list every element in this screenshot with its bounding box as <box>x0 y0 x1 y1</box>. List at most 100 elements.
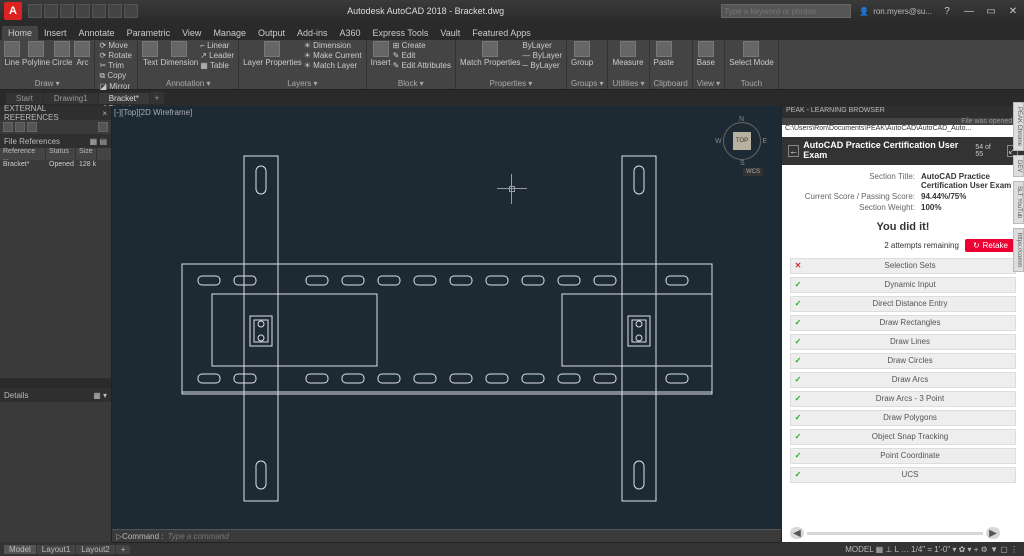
ribbon-small-button[interactable]: ✎ Edit Attributes <box>393 61 451 70</box>
close-icon[interactable]: × <box>102 109 107 118</box>
ribbon-small-button[interactable]: ✂ Trim <box>99 61 133 70</box>
result-item[interactable]: ✕Selection Sets <box>790 258 1016 274</box>
ref-row[interactable]: Bracket* Opened 128 k <box>0 160 111 169</box>
side-tab[interactable]: DEV <box>1013 155 1024 177</box>
side-tab[interactable]: https://comm <box>1013 228 1024 272</box>
result-item[interactable]: ✓Direct Distance Entry <box>790 296 1016 312</box>
col-status[interactable]: Status <box>46 148 76 160</box>
result-item[interactable]: ✓Draw Lines <box>790 334 1016 350</box>
result-item[interactable]: ✓Draw Polygons <box>790 410 1016 426</box>
ribbon-small-button[interactable]: ↗ Leader <box>200 51 234 60</box>
next-button[interactable]: ▶ <box>986 527 1000 539</box>
ribbon-small-button[interactable]: ─ ByLayer <box>522 61 562 70</box>
ribbon-small-button[interactable]: ⟳ Move <box>99 41 133 50</box>
ribbon-button[interactable]: Circle <box>52 41 72 67</box>
col-reference[interactable]: Reference ... <box>0 148 46 160</box>
minimize-button[interactable]: — <box>962 5 976 17</box>
user-menu[interactable]: 👤 ron.myers@su... <box>859 7 932 16</box>
ribbon-button[interactable]: Match Properties <box>460 41 520 67</box>
qat-icon[interactable] <box>108 4 122 18</box>
ribbon-small-button[interactable]: ⧉ Copy <box>99 71 133 81</box>
qat-icon[interactable] <box>60 4 74 18</box>
tool-icon[interactable] <box>15 122 25 132</box>
ribbon-panel-title[interactable]: View ▾ <box>697 78 720 88</box>
ribbon-small-button[interactable]: ⌐ Linear <box>200 41 234 50</box>
ribbon-tab-a360[interactable]: A360 <box>334 26 367 40</box>
result-item[interactable]: ✓Object Snap Tracking <box>790 429 1016 445</box>
ribbon-small-button[interactable]: ✎ Edit <box>393 51 451 60</box>
qat-icon[interactable] <box>44 4 58 18</box>
qat-icon[interactable] <box>76 4 90 18</box>
result-item[interactable]: ✓Draw Arcs <box>790 372 1016 388</box>
ribbon-tab-annotate[interactable]: Annotate <box>73 26 121 40</box>
back-button[interactable]: ← <box>788 145 799 157</box>
ribbon-small-button[interactable]: ⊞ Create <box>393 41 451 50</box>
layout1-tab[interactable]: Layout1 <box>37 545 75 554</box>
ribbon-tab-insert[interactable]: Insert <box>38 26 73 40</box>
ribbon-button[interactable]: Paste <box>654 41 674 67</box>
status-right[interactable]: MODEL ▦ ⊥ L … 1/4" = 1'-0" ▾ ✿ ▾ + ⚙ ▼ ▢… <box>845 545 1024 554</box>
ribbon-button[interactable]: Select Mode <box>729 41 773 67</box>
ribbon-small-button[interactable]: ☀ Make Current <box>304 51 362 60</box>
close-button[interactable]: ✕ <box>1006 5 1020 17</box>
result-item[interactable]: ✓UCS <box>790 467 1016 483</box>
ribbon-small-button[interactable]: — ByLayer <box>522 51 562 60</box>
qat-icon[interactable] <box>124 4 138 18</box>
result-item[interactable]: ✓Draw Circles <box>790 353 1016 369</box>
ribbon-tab-addins[interactable]: Add-ins <box>291 26 334 40</box>
new-tab-button[interactable]: + <box>150 92 164 104</box>
doc-tab-drawing1[interactable]: Drawing1 <box>44 93 98 104</box>
result-item[interactable]: ✓Draw Rectangles <box>790 315 1016 331</box>
ribbon-button[interactable]: Measure <box>612 41 643 67</box>
scrubber[interactable]: ◀ ▶ <box>790 526 1000 540</box>
search-input[interactable] <box>721 4 851 18</box>
maximize-button[interactable]: ▭ <box>984 5 998 17</box>
ribbon-button[interactable]: Text <box>142 41 158 67</box>
col-size[interactable]: Size <box>76 148 97 160</box>
expand-icon[interactable]: ▦ ▾ <box>93 391 107 400</box>
scrollbar[interactable] <box>0 378 111 388</box>
ribbon-button[interactable]: Insert <box>371 41 391 67</box>
ribbon-panel-title[interactable]: Properties ▾ <box>460 78 562 88</box>
ribbon-button[interactable]: Dimension <box>160 41 198 67</box>
qat-icon[interactable] <box>28 4 42 18</box>
tool-icon[interactable] <box>27 122 37 132</box>
ribbon-panel-title[interactable]: Touch <box>729 78 773 88</box>
app-logo[interactable]: A <box>4 2 22 20</box>
ribbon-small-button[interactable]: ☀ Dimension <box>304 41 362 50</box>
layout2-tab[interactable]: Layout2 <box>76 545 114 554</box>
ribbon-button[interactable]: Arc <box>74 41 90 67</box>
lb-path[interactable]: C:\Users\Ron\Documents\PEAK\AutoCAD\Auto… <box>782 125 1024 137</box>
ribbon-panel-title[interactable]: Annotation ▾ <box>142 78 234 88</box>
model-tab[interactable]: Model <box>4 545 36 554</box>
ribbon-tab-featured[interactable]: Featured Apps <box>466 26 537 40</box>
add-layout-button[interactable]: + <box>116 545 131 554</box>
result-item[interactable]: ✓Point Coordinate <box>790 448 1016 464</box>
ribbon-tab-vault[interactable]: Vault <box>434 26 466 40</box>
ribbon-panel-title[interactable]: Layers ▾ <box>243 78 362 88</box>
tool-icon[interactable] <box>98 122 108 132</box>
ribbon-small-button[interactable]: ByLayer <box>522 41 562 50</box>
ribbon-small-button[interactable]: ◪ Mirror <box>99 82 133 91</box>
result-item[interactable]: ✓Dynamic Input <box>790 277 1016 293</box>
ribbon-panel-title[interactable]: Utilities ▾ <box>612 78 644 88</box>
ribbon-small-button[interactable]: ☀ Match Layer <box>304 61 362 70</box>
ribbon-tab-manage[interactable]: Manage <box>207 26 252 40</box>
command-line[interactable]: ▷ Command : Type a command <box>112 529 781 543</box>
ribbon-panel-title[interactable]: Clipboard <box>654 78 688 88</box>
ribbon-panel-title[interactable]: Block ▾ <box>371 78 451 88</box>
ribbon-small-button[interactable]: ⟳ Rotate <box>99 51 133 60</box>
ribbon-tab-express[interactable]: Express Tools <box>367 26 435 40</box>
help-button[interactable]: ? <box>940 5 954 17</box>
ribbon-button[interactable]: Base <box>697 41 715 67</box>
doc-tab-start[interactable]: Start <box>6 93 43 104</box>
ribbon-button[interactable]: Polyline <box>22 41 50 67</box>
ribbon-panel-title[interactable]: Groups ▾ <box>571 78 603 88</box>
ribbon-small-button[interactable]: ▦ Table <box>200 61 234 70</box>
doc-tab-bracket[interactable]: Bracket* <box>99 93 149 104</box>
ribbon-tab-view[interactable]: View <box>176 26 207 40</box>
result-item[interactable]: ✓Draw Arcs - 3 Point <box>790 391 1016 407</box>
ribbon-panel-title[interactable]: Draw ▾ <box>4 78 90 88</box>
ribbon-tab-output[interactable]: Output <box>252 26 291 40</box>
ribbon-tab-parametric[interactable]: Parametric <box>121 26 177 40</box>
